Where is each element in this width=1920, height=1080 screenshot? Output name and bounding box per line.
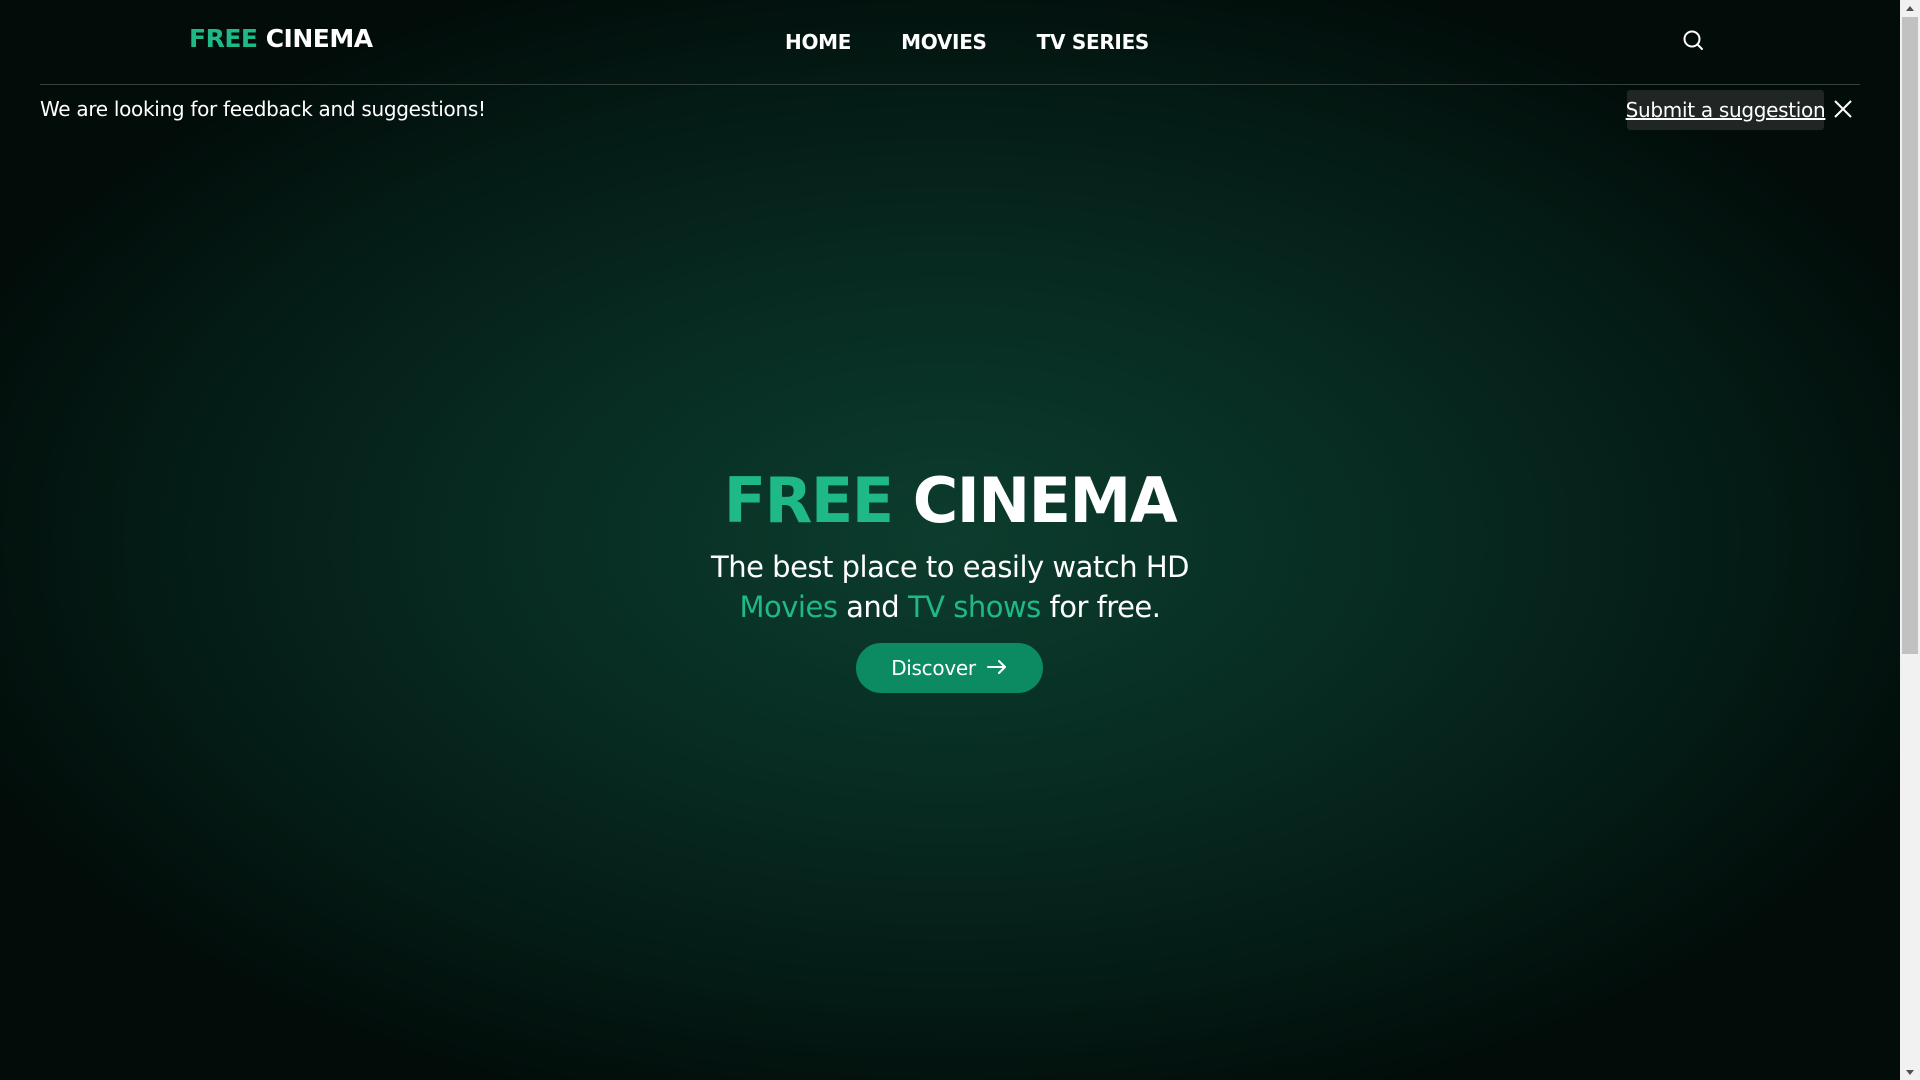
hero-subtitle: The best place to easily watch HD Movies… <box>0 547 1900 627</box>
hero-title: FREE CINEMA <box>0 465 1900 537</box>
hero-title-free: FREE <box>723 464 894 537</box>
hero-for-free-text: for free. <box>1049 590 1162 624</box>
hero-tv-shows-text: TV shows <box>907 590 1041 624</box>
hero-section: FREE CINEMA The best place to easily wat… <box>0 465 1900 627</box>
search-icon[interactable] <box>1681 28 1707 54</box>
hero-subtitle-line2: Movies and TV shows for free. <box>0 587 1900 627</box>
scroll-up-arrow-icon[interactable] <box>1900 0 1920 17</box>
hero-movies-text: Movies <box>739 590 838 624</box>
hero-and-text: and <box>846 590 900 624</box>
page: FREE CINEMA HOME MOVIES TV SERIES We are… <box>0 0 1900 1080</box>
vertical-scrollbar[interactable] <box>1900 0 1920 1080</box>
discover-button[interactable]: Discover <box>856 643 1043 693</box>
logo-cinema: CINEMA <box>265 24 373 53</box>
scrollbar-thumb[interactable] <box>1902 17 1918 654</box>
feedback-message: We are looking for feedback and suggesti… <box>40 97 486 121</box>
hero-title-cinema: CINEMA <box>912 464 1178 537</box>
main-nav: HOME MOVIES TV SERIES <box>785 30 1149 54</box>
site-logo[interactable]: FREE CINEMA <box>189 24 373 53</box>
scroll-down-arrow-icon[interactable] <box>1900 1063 1920 1080</box>
hero-subtitle-line1: The best place to easily watch HD <box>711 550 1189 584</box>
logo-free: FREE <box>189 24 258 53</box>
discover-label: Discover <box>891 656 976 680</box>
nav-home[interactable]: HOME <box>785 30 851 54</box>
submit-suggestion-button[interactable]: Submit a suggestion <box>1626 90 1826 130</box>
close-icon[interactable] <box>1832 98 1854 120</box>
top-header: FREE CINEMA HOME MOVIES TV SERIES <box>40 0 1860 85</box>
arrow-right-icon <box>986 656 1008 680</box>
nav-tv-series[interactable]: TV SERIES <box>1037 30 1150 54</box>
nav-movies[interactable]: MOVIES <box>901 30 987 54</box>
